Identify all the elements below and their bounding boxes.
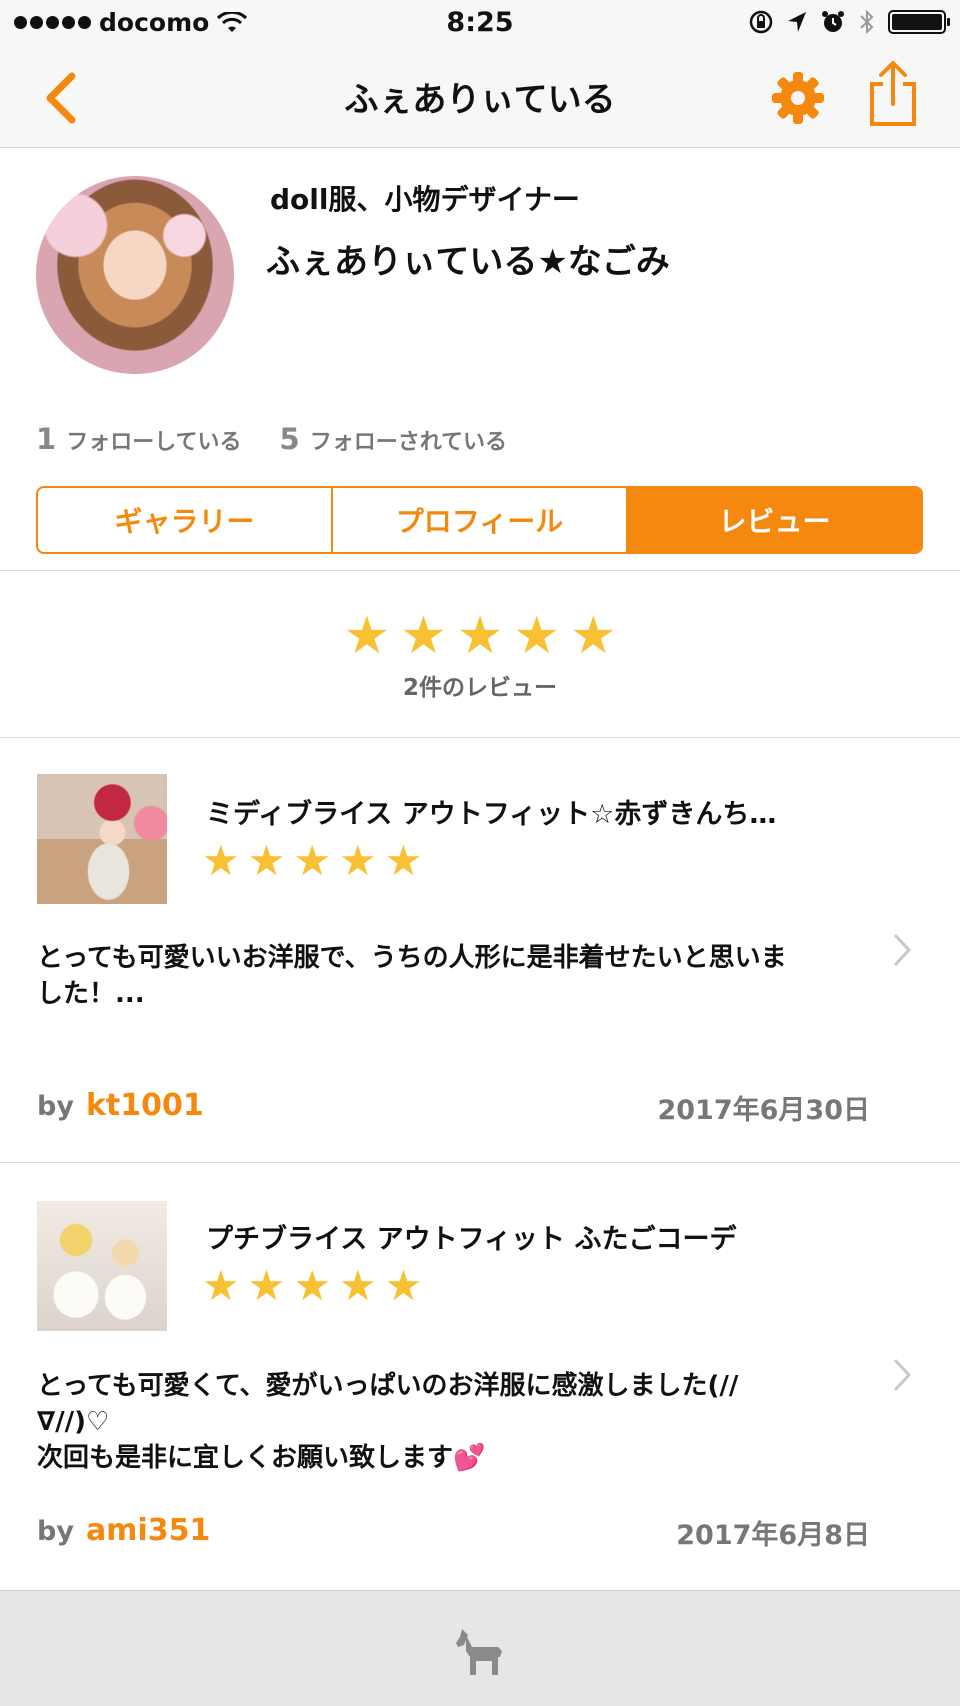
review-rating: ★ ★ ★ ★ ★ bbox=[202, 840, 422, 882]
review-rating: ★ ★ ★ ★ ★ bbox=[202, 1265, 422, 1307]
review-title: ミディブライス アウトフィット☆赤ずきんち… bbox=[206, 799, 777, 830]
by-label: by bbox=[37, 1091, 74, 1122]
tab-profile[interactable]: プロフィール bbox=[333, 488, 628, 552]
star-icon: ★ bbox=[293, 1261, 331, 1310]
star-icon: ★ bbox=[338, 836, 377, 885]
status-right bbox=[748, 8, 950, 36]
avatar bbox=[36, 176, 234, 374]
following-link[interactable]: 1 フォローしている bbox=[36, 422, 242, 456]
star-icon: ★ bbox=[338, 1261, 377, 1310]
profile-name: ふぇありぃている★なごみ bbox=[266, 242, 670, 282]
nav-bar: ふぇありぃている bbox=[0, 46, 960, 148]
tab-gallery[interactable]: ギャラリー bbox=[38, 488, 333, 552]
following-label: フォローしている bbox=[66, 430, 242, 455]
horse-icon[interactable] bbox=[454, 1627, 506, 1677]
review-title: プチブライス アウトフィット ふたごコーデ bbox=[206, 1224, 737, 1255]
review-thumbnail bbox=[37, 774, 167, 904]
status-bar: docomo 8:25 bbox=[0, 0, 960, 46]
location-arrow-icon bbox=[788, 12, 806, 32]
by-label: by bbox=[37, 1516, 74, 1547]
follow-stats: 1 フォローしている 5 フォローされている bbox=[36, 422, 545, 456]
star-icon: ★ bbox=[247, 1261, 286, 1310]
star-icon: ★ bbox=[513, 606, 560, 666]
review-date: 2017年6月30日 bbox=[657, 1095, 870, 1126]
star-icon: ★ bbox=[384, 836, 423, 885]
star-icon: ★ bbox=[400, 606, 447, 666]
review-date: 2017年6月8日 bbox=[676, 1520, 870, 1551]
review-author: by ami351 bbox=[37, 1513, 210, 1548]
review-count: 2件のレビュー bbox=[402, 675, 557, 701]
divider bbox=[0, 570, 960, 571]
review-body: とっても可愛くて、愛がいっぱいのお洋服に感激しました(// ∇//)♡ 次回も是… bbox=[37, 1371, 739, 1473]
review-body: とっても可愛いいお洋服で、うちの人形に是非着せたいと思いま した！... bbox=[37, 943, 787, 1009]
star-icon: ★ bbox=[202, 836, 240, 885]
star-icon: ★ bbox=[293, 836, 331, 885]
bottom-bar bbox=[0, 1590, 960, 1706]
star-icon: ★ bbox=[456, 606, 504, 666]
gear-icon[interactable] bbox=[770, 70, 826, 126]
lock-rotation-icon bbox=[749, 10, 773, 34]
star-icon: ★ bbox=[247, 836, 286, 885]
share-icon[interactable] bbox=[866, 60, 920, 128]
review-item[interactable]: ミディブライス アウトフィット☆赤ずきんち… ★ ★ ★ ★ ★ とっても可愛い… bbox=[0, 738, 960, 1162]
profile-role: doll服、小物デザイナー bbox=[270, 183, 580, 216]
star-icon: ★ bbox=[384, 1261, 423, 1310]
star-icon: ★ bbox=[202, 1261, 240, 1310]
chevron-right-icon[interactable] bbox=[892, 1357, 912, 1393]
summary-rating: ★ ★ ★ ★ ★ bbox=[0, 610, 960, 662]
star-icon: ★ bbox=[343, 606, 391, 666]
star-icon: ★ bbox=[569, 606, 617, 666]
alarm-icon bbox=[822, 11, 844, 32]
review-item[interactable]: プチブライス アウトフィット ふたごコーデ ★ ★ ★ ★ ★ とっても可愛くて… bbox=[0, 1163, 960, 1588]
review-author: by kt1001 bbox=[37, 1088, 204, 1123]
followers-count: 5 bbox=[279, 422, 300, 456]
review-thumbnail bbox=[37, 1201, 167, 1331]
review-username[interactable]: kt1001 bbox=[86, 1088, 204, 1123]
profile-tabs: ギャラリー プロフィール レビュー bbox=[36, 486, 923, 554]
chevron-right-icon[interactable] bbox=[892, 932, 912, 968]
battery-icon bbox=[888, 10, 950, 34]
tab-reviews[interactable]: レビュー bbox=[628, 488, 921, 552]
followers-link[interactable]: 5 フォローされている bbox=[280, 422, 508, 456]
review-username[interactable]: ami351 bbox=[86, 1513, 210, 1548]
followers-label: フォローされている bbox=[309, 430, 508, 455]
following-count: 1 bbox=[36, 422, 57, 456]
bluetooth-icon bbox=[860, 9, 874, 35]
